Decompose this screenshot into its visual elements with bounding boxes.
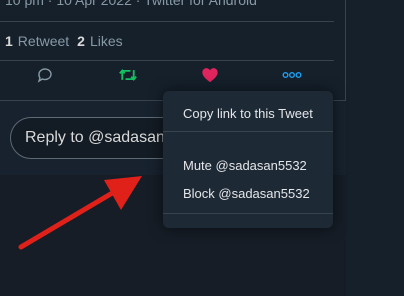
more-button[interactable] <box>281 64 303 86</box>
likes-stat[interactable]: 2 Likes <box>77 33 122 49</box>
tweet-meta: 10 pm · 10 Apr 2022 · Twitter for Androi… <box>5 0 257 8</box>
like-button[interactable] <box>199 64 221 86</box>
retweets-label: Retweet <box>17 33 70 49</box>
right-sidebar <box>346 0 404 296</box>
divider <box>0 60 334 61</box>
reply-button[interactable] <box>34 64 56 86</box>
block-user-menu-item[interactable]: Block @sadasan5532 <box>183 186 310 201</box>
more-options-menu: Copy link to this Tweet Mute @sadasan553… <box>163 91 333 228</box>
menu-separator <box>163 213 333 214</box>
tweet-stats: 1 Retweet 2 Likes <box>5 33 123 49</box>
reply-icon <box>37 68 52 83</box>
mute-user-menu-item[interactable]: Mute @sadasan5532 <box>183 158 307 173</box>
heart-icon <box>202 68 218 83</box>
retweets-stat[interactable]: 1 Retweet <box>5 33 69 49</box>
menu-separator <box>163 131 333 132</box>
divider <box>0 21 334 22</box>
retweet-icon <box>119 69 137 81</box>
likes-label: Likes <box>89 33 123 49</box>
retweet-button[interactable] <box>117 64 139 86</box>
retweets-count: 1 <box>5 33 13 49</box>
more-icon <box>282 72 302 78</box>
annotation-arrow-icon <box>18 176 142 250</box>
likes-count: 2 <box>77 33 85 49</box>
copy-link-menu-item[interactable]: Copy link to this Tweet <box>183 106 313 121</box>
